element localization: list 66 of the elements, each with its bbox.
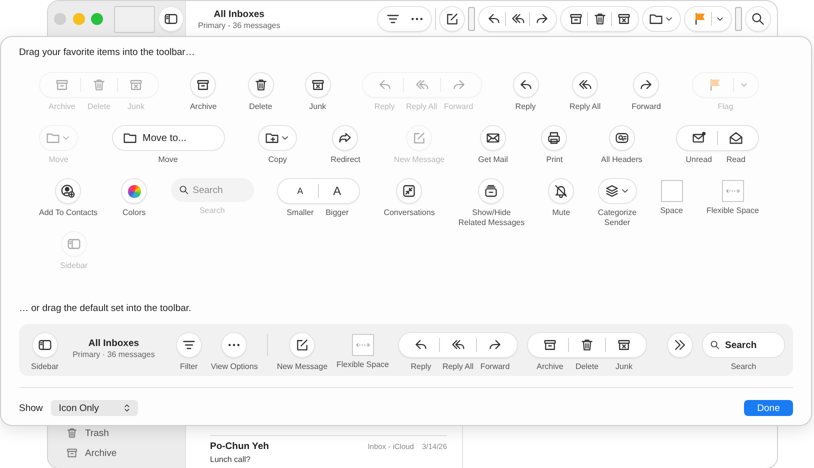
search-field[interactable]: Search xyxy=(702,332,785,358)
item-label: Archive xyxy=(536,362,564,372)
item-label: Forward xyxy=(442,102,474,112)
move-to-button[interactable]: Move to... xyxy=(112,125,225,151)
item-label: Delete xyxy=(86,102,112,112)
item-label: Reply All xyxy=(570,102,601,112)
item-label: Sidebar xyxy=(31,362,59,372)
item-label: Add To Contacts xyxy=(39,208,98,218)
item-label: Forward xyxy=(479,362,511,372)
sidebar-item[interactable]: Archive xyxy=(66,445,185,461)
item-label: Flexible Space xyxy=(336,360,389,370)
sidebar-item[interactable]: Trash xyxy=(66,425,185,441)
item-label: Move xyxy=(48,155,68,165)
toolbar-button[interactable]: A xyxy=(319,179,356,203)
item-label: Get Mail xyxy=(478,155,508,165)
item-label: Copy xyxy=(268,155,287,165)
sheet-heading: … or drag the default set into the toolbar. xyxy=(19,303,192,315)
item-label: Junk xyxy=(614,362,634,372)
item-label: Reply All xyxy=(441,362,475,372)
item-label: Smaller xyxy=(286,208,315,218)
item-label: Junk xyxy=(126,102,146,112)
item-label: View Options xyxy=(210,362,258,372)
item-label: Move xyxy=(158,155,178,165)
message-subject: Lunch call? xyxy=(210,455,252,464)
show-label: Show xyxy=(19,402,43,414)
item-label: Print xyxy=(546,155,563,165)
item-label: Show/Hide Related Messages xyxy=(458,208,525,228)
item-label: Reply xyxy=(373,102,396,112)
show-popup[interactable]: Icon Only xyxy=(50,400,138,416)
item-label: Archive xyxy=(48,102,76,112)
toolbar-button[interactable]: A xyxy=(282,179,318,203)
sidebar-item-label: Trash xyxy=(85,428,109,438)
item-label: Search xyxy=(199,206,225,216)
item-label: Reply xyxy=(515,102,536,112)
sidebar-item-label: Archive xyxy=(85,448,117,458)
item-label: Junk xyxy=(309,102,326,112)
sheet-heading: Drag your favorite items into the toolbar… xyxy=(19,47,196,59)
item-label: New Message xyxy=(394,155,445,165)
toolbar-subtitle: Primary · 36 messages xyxy=(72,350,155,359)
window-title: All Inboxes xyxy=(214,8,264,20)
window-subtitle: Primary - 36 messages xyxy=(198,20,280,30)
item-label: Unread xyxy=(684,155,714,165)
toolbar-title: All Inboxes xyxy=(88,338,140,349)
item-label: Delete xyxy=(249,102,272,112)
item-label: Reply All xyxy=(405,102,438,112)
item-label: Archive xyxy=(190,102,217,112)
item-label: Categorize Sender xyxy=(598,208,637,228)
item-label: Reply xyxy=(410,362,432,372)
item-label: Bigger xyxy=(324,208,350,218)
item-label: Flexible Space xyxy=(706,206,759,216)
item-label: Sidebar xyxy=(60,261,88,271)
item-label: All Headers xyxy=(601,155,642,165)
item-label: Forward xyxy=(632,102,661,112)
item-label: Colors xyxy=(122,208,146,218)
item-label: Search xyxy=(730,362,756,372)
item-label: Read xyxy=(725,155,746,165)
done-button[interactable]: Done xyxy=(744,400,793,416)
item-label: Space xyxy=(660,206,683,216)
item-label: Filter xyxy=(180,362,198,372)
item-label: New Message xyxy=(276,362,328,372)
item-label: Flag xyxy=(718,102,734,112)
item-label: Conversations xyxy=(384,208,435,218)
item-label: Delete xyxy=(574,362,600,372)
item-label: Redirect xyxy=(330,155,360,165)
sender-name: Po-Chun Yeh xyxy=(210,441,269,452)
item-label: Mute xyxy=(552,208,570,218)
